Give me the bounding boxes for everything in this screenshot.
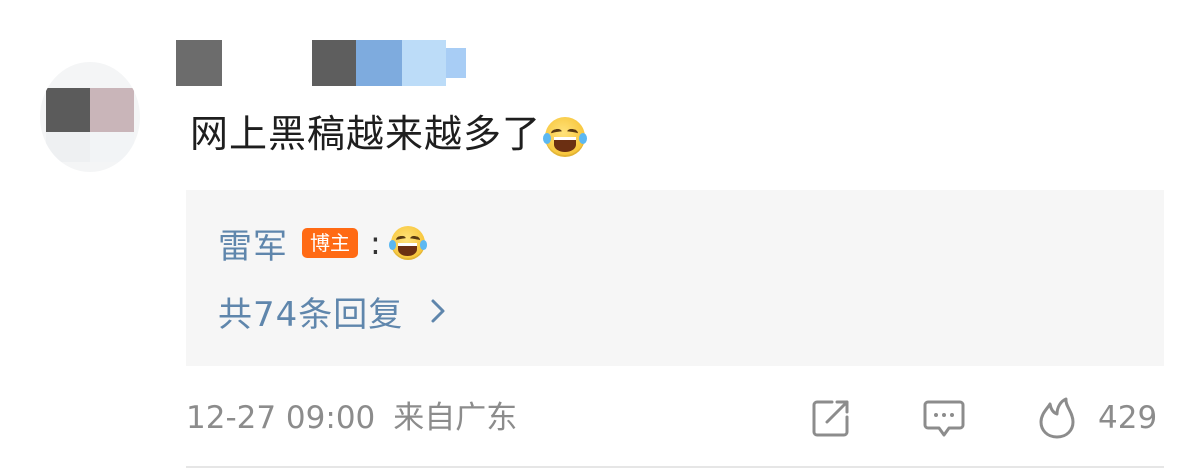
laughing-tears-emoji-icon <box>542 116 588 157</box>
comment-body: 网上黑稿越来越多了 <box>190 112 542 156</box>
like-count: 429 <box>1098 400 1158 436</box>
comment-text: 网上黑稿越来越多了 <box>190 108 588 160</box>
fire-icon <box>1039 397 1075 439</box>
reply-separator: : <box>370 224 381 262</box>
more-replies-label: 共74条回复 <box>218 294 404 335</box>
laughing-tears-emoji-icon <box>388 226 427 260</box>
comment-icon <box>923 400 965 437</box>
chevron-right-icon <box>431 299 445 323</box>
comment-location: 来自广东 <box>393 400 518 436</box>
share-icon <box>812 400 849 437</box>
avatar[interactable] <box>40 62 140 172</box>
comment-card: 网上黑稿越来越多了 雷军 博主 : 共74条回复 12-27 09:00 来自广东 <box>0 0 1200 472</box>
view-all-replies-link[interactable]: 共74条回复 <box>218 286 451 336</box>
like-button[interactable]: 429 <box>1036 396 1157 440</box>
reply-preview[interactable]: 雷军 博主 : 共74条回复 <box>186 190 1164 366</box>
reply-button[interactable] <box>922 396 966 440</box>
reply-author-link[interactable]: 雷军 <box>218 219 288 268</box>
username-redacted[interactable] <box>176 40 476 86</box>
comment-meta: 12-27 09:00 来自广东 <box>186 396 517 440</box>
author-badge: 博主 <box>302 228 358 258</box>
reply-preview-line: 雷军 博主 : <box>218 219 427 268</box>
share-button[interactable] <box>810 396 852 440</box>
comment-time: 12-27 09:00 <box>186 400 376 436</box>
divider <box>186 466 1164 468</box>
